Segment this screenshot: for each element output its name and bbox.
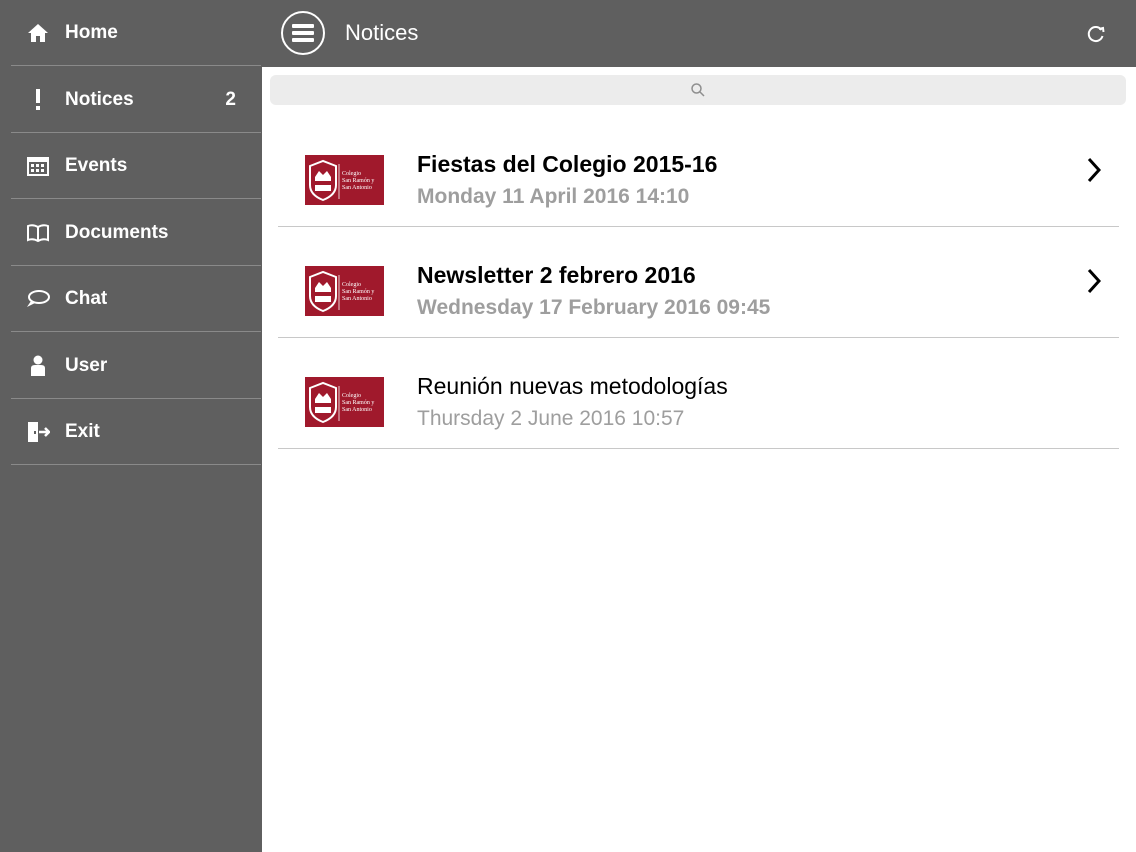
logo-text: San Ramón y [342, 178, 374, 184]
sidebar-item-home[interactable]: Home [11, 0, 261, 66]
logo-text: Colegio [342, 393, 361, 399]
calendar-icon [11, 156, 65, 176]
logo-text: San Antonio [342, 296, 372, 302]
user-icon [11, 355, 65, 377]
sidebar-item-events[interactable]: Events [11, 133, 261, 199]
sidebar-item-label: Notices [65, 88, 134, 110]
notice-row[interactable]: Colegio San Ramón y San Antonio Reunión … [278, 337, 1119, 449]
chevron-right-icon [1087, 157, 1101, 183]
school-logo: Colegio San Ramón y San Antonio [305, 377, 384, 427]
search-bar[interactable] [270, 75, 1126, 105]
sidebar-item-notices[interactable]: Notices 2 [11, 67, 261, 133]
notice-date: Thursday 2 June 2016 10:57 [417, 407, 685, 430]
notice-row[interactable]: Colegio San Ramón y San Antonio Fiestas … [278, 115, 1119, 227]
logo-text: San Ramón y [342, 289, 374, 295]
notice-title: Reunión nuevas metodologías [417, 373, 728, 399]
menu-button[interactable] [281, 11, 325, 55]
top-bar: Notices [262, 0, 1136, 67]
sidebar-item-label: Documents [65, 221, 169, 243]
notice-date: Wednesday 17 February 2016 09:45 [417, 296, 771, 319]
refresh-icon [1087, 26, 1105, 43]
search-icon [691, 83, 705, 97]
sidebar-item-chat[interactable]: Chat [11, 266, 261, 332]
sidebar-item-label: Home [65, 21, 118, 43]
sidebar: Home Notices 2 Events Documents Chat Use… [0, 0, 262, 852]
page-title: Notices [345, 20, 419, 45]
sidebar-item-label: Chat [65, 287, 108, 309]
notice-title: Newsletter 2 febrero 2016 [417, 262, 696, 288]
logo-text: Colegio [342, 171, 361, 177]
chevron-right-icon [1087, 268, 1101, 294]
sidebar-item-label: Events [65, 154, 128, 176]
sidebar-item-documents[interactable]: Documents [11, 200, 261, 266]
sidebar-item-label: User [65, 354, 108, 376]
refresh-button[interactable] [1086, 24, 1106, 49]
menu-icon [292, 24, 314, 42]
school-logo: Colegio San Ramón y San Antonio [305, 155, 384, 205]
notice-date: Monday 11 April 2016 14:10 [417, 185, 690, 208]
book-icon [11, 223, 65, 243]
logo-text: San Ramón y [342, 400, 374, 406]
logo-text: Colegio [342, 282, 361, 288]
sidebar-item-label: Exit [65, 420, 100, 442]
sidebar-item-user[interactable]: User [11, 333, 261, 399]
notices-count-badge: 2 [225, 88, 236, 110]
notice-row[interactable]: Colegio San Ramón y San Antonio Newslett… [278, 226, 1119, 338]
chat-icon [11, 289, 65, 309]
sidebar-item-exit[interactable]: Exit [11, 399, 261, 465]
home-icon [11, 23, 65, 43]
school-logo: Colegio San Ramón y San Antonio [305, 266, 384, 316]
exclamation-icon [11, 88, 65, 111]
logo-text: San Antonio [342, 185, 372, 191]
exit-icon [11, 421, 65, 443]
logo-text: San Antonio [342, 407, 372, 413]
notice-title: Fiestas del Colegio 2015-16 [417, 151, 718, 177]
